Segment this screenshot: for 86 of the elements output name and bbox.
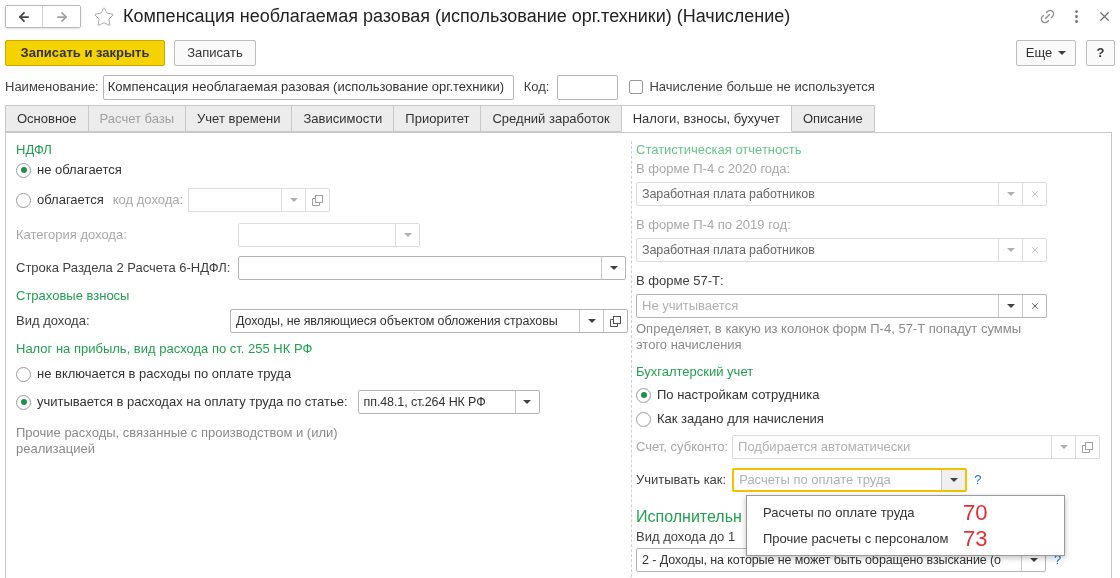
- dropdown-icon: [403, 233, 412, 237]
- dropdown-icon: [587, 319, 596, 323]
- expense-note: Прочие расходы, связанные с производством и (или) реализацией: [16, 425, 339, 457]
- checkbox-label: Начисление больше не используется: [649, 78, 875, 97]
- section-heading: Статистическая отчетность: [636, 141, 802, 160]
- open-icon: [312, 194, 324, 206]
- section-heading: Страховые взносы: [16, 287, 130, 306]
- annotation-number: 70: [963, 501, 988, 524]
- field-label: Счет, субконто:: [636, 438, 729, 457]
- dropdown-icon: [1059, 445, 1068, 449]
- income-type-field[interactable]: Доходы, не являющиеся объектом обложения страховы: [230, 309, 628, 333]
- dropdown-icon: [1058, 50, 1067, 55]
- tab[interactable]: Налоги, взносы, бухучет: [620, 105, 792, 132]
- save-button[interactable]: Записать: [174, 39, 256, 66]
- name-field[interactable]: Компенсация необлагаемая разовая (использование орг.техники): [102, 74, 514, 100]
- close-icon: [1029, 245, 1040, 255]
- field-value: Доходы, не являющиеся объектом обложения страховы: [236, 314, 558, 329]
- checkbox[interactable]: [629, 80, 644, 94]
- field-label: Код:: [523, 78, 550, 97]
- radio-button[interactable]: [16, 162, 31, 178]
- field-label: В форме П-4 с 2020 года:: [636, 159, 791, 178]
- close-icon: [1029, 301, 1040, 311]
- save-and-close-button[interactable]: Записать и закрыть: [5, 39, 165, 66]
- field-label: Вид дохода до 1: [636, 528, 736, 547]
- dropdown-icon: [1006, 304, 1015, 308]
- dropdown-icon: [1029, 558, 1038, 562]
- more-button[interactable]: Еще: [1016, 39, 1076, 66]
- back-button[interactable]: [6, 6, 43, 27]
- section-heading: Исполнительн: [636, 507, 742, 527]
- dropdown-icon: [523, 400, 532, 404]
- list-item[interactable]: Расчеты по оплате труда: [763, 502, 963, 523]
- dropdown-icon: [1006, 248, 1015, 252]
- radio-label: не облагается: [37, 161, 122, 180]
- field-placeholder: Расчеты по оплате труда: [739, 472, 891, 488]
- tab[interactable]: Зависимости: [291, 105, 395, 132]
- radio-button[interactable]: [16, 192, 31, 208]
- field-label: Учитывать как:: [636, 471, 727, 490]
- field-value: Заработная плата работников: [642, 187, 815, 202]
- dropdown-icon: [289, 198, 298, 202]
- open-icon: [610, 315, 621, 327]
- tab[interactable]: Учет времени: [185, 105, 293, 132]
- field-placeholder: Подбирается автоматически: [738, 439, 911, 455]
- field-value: 2 - Доходы, на которые не может быть обращено взыскание (о: [642, 553, 1001, 568]
- window-title: Компенсация необлагаемая разовая (использование орг.техники) (Начисление): [123, 5, 791, 28]
- dropdown-icon: [1006, 192, 1015, 196]
- radio-label: учитывается в расходах на оплату труда по статье:: [37, 393, 348, 412]
- field-label: В форме 57-Т:: [636, 271, 724, 290]
- radio-label: Как задано для начисления: [657, 410, 824, 429]
- tab[interactable]: Описание: [790, 105, 875, 132]
- statistics-note: Определяет, в какую из колонок форм П-4, 57-Т попадут суммы этого начисления: [636, 321, 1022, 353]
- help-link[interactable]: ?: [974, 470, 982, 490]
- tab[interactable]: Средний заработок: [480, 105, 622, 132]
- help-button[interactable]: ?: [1086, 39, 1115, 66]
- radio-label: не включается в расходы по оплате труда: [37, 365, 292, 384]
- field-placeholder: Не учитывается: [642, 298, 739, 314]
- tab[interactable]: Приоритет: [393, 105, 482, 132]
- section-heading: НДФЛ: [16, 141, 52, 160]
- section-heading: Налог на прибыль, вид расхода по ст. 255 НК РФ: [16, 340, 313, 359]
- radio-label: По настройкам сотрудника: [657, 386, 820, 405]
- field-label: Наименование:: [5, 78, 99, 97]
- close-icon[interactable]: [1097, 9, 1112, 24]
- radio-button[interactable]: [636, 387, 651, 403]
- radio-button[interactable]: [636, 411, 651, 427]
- open-icon: [1082, 441, 1094, 453]
- star-icon[interactable]: [93, 5, 115, 28]
- radio-label: облагается: [37, 191, 104, 210]
- report-line-field[interactable]: [238, 256, 626, 280]
- field-label: Строка Раздела 2 Расчета 6-НДФЛ:: [16, 260, 231, 276]
- field-label: код дохода:: [112, 191, 184, 210]
- code-field[interactable]: [557, 74, 619, 100]
- article-field[interactable]: пп.48.1, ст.264 НК РФ: [357, 390, 540, 414]
- radio-button[interactable]: [16, 366, 31, 382]
- tab[interactable]: Основное: [5, 105, 89, 132]
- dropdown-button[interactable]: [941, 470, 966, 490]
- dropdown-icon: [609, 266, 618, 270]
- field-label: В форме П-4 по 2019 год:: [636, 215, 791, 234]
- list-item[interactable]: Прочие расчеты с персоналом: [763, 528, 963, 549]
- field-label: Категория дохода:: [16, 227, 127, 243]
- radio-button[interactable]: [16, 394, 31, 410]
- dropdown-icon: [949, 478, 958, 482]
- field-label: Вид дохода:: [16, 313, 90, 329]
- field-value: Заработная плата работников: [642, 243, 815, 258]
- close-icon: [1029, 189, 1040, 199]
- section-heading: Бухгалтерский учет: [636, 362, 754, 381]
- annotation-number: 73: [963, 527, 988, 550]
- field-value: пп.48.1, ст.264 НК РФ: [363, 395, 486, 410]
